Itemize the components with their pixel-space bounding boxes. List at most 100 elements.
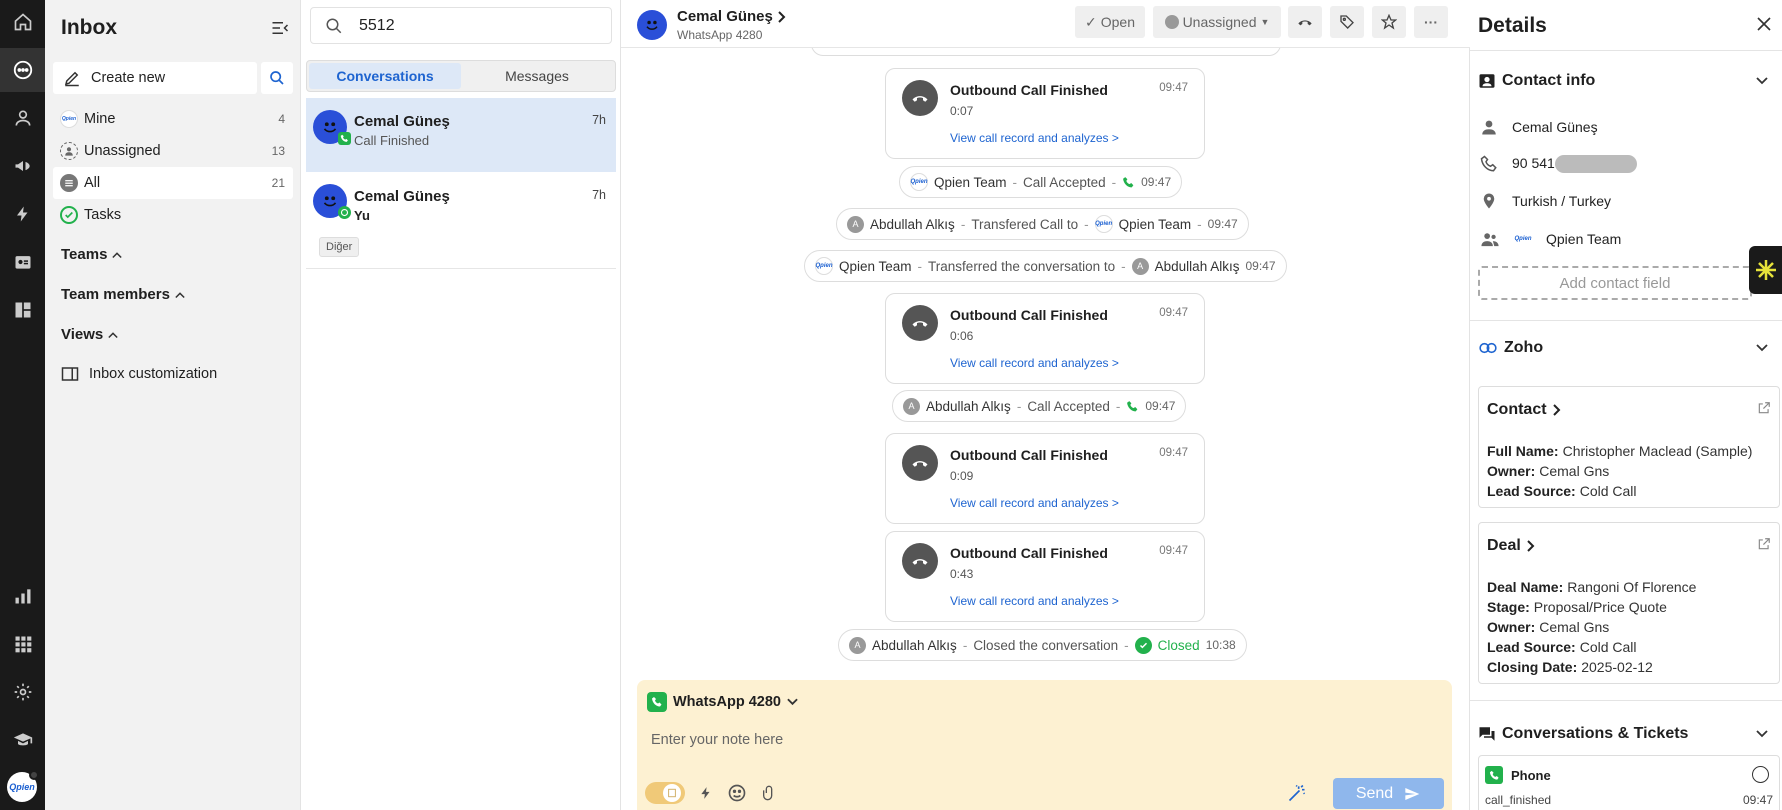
inbox-chat-icon[interactable]	[0, 48, 45, 92]
view-call-record-link[interactable]: View call record and analyzes >	[950, 356, 1119, 370]
quick-reply-bolt-icon[interactable]	[699, 785, 713, 801]
section-heading: Zoho	[1504, 339, 1544, 356]
nav-item-unassigned[interactable]: Unassigned 13	[53, 135, 293, 167]
user-avatar[interactable]: Qpien	[7, 770, 39, 802]
nav-item-mine[interactable]: Qpien Mine 4	[53, 103, 293, 135]
inbox-customization-link[interactable]: Inbox customization	[61, 366, 217, 382]
more-options-button[interactable]: ···	[1414, 6, 1448, 38]
contact-card-icon[interactable]	[0, 240, 45, 284]
zoho-section-header[interactable]: Zoho	[1478, 339, 1768, 357]
contacts-icon[interactable]	[0, 96, 45, 140]
send-arrow-icon	[1405, 787, 1420, 800]
external-link-icon[interactable]	[1757, 401, 1771, 415]
call-button[interactable]	[1288, 6, 1322, 38]
section-teams[interactable]: Teams	[61, 246, 123, 263]
dashboard-icon[interactable]	[0, 288, 45, 332]
event-actor: Qpien Team	[934, 174, 1007, 190]
sidebar-title: Inbox	[61, 16, 117, 39]
nav-item-all[interactable]: All 21	[53, 167, 293, 199]
details-title: Details	[1478, 14, 1547, 37]
search-input[interactable]	[359, 16, 579, 35]
nav-count: 4	[278, 112, 285, 126]
nav-label: Tasks	[84, 207, 122, 223]
section-heading: Conversations & Tickets	[1502, 725, 1689, 742]
contact-info-section-header[interactable]: Contact info	[1478, 72, 1768, 90]
assign-dropdown[interactable]: Unassigned ▼	[1153, 6, 1281, 38]
create-new-button[interactable]: Create new	[53, 62, 257, 94]
status-open-button[interactable]: ✓ Open	[1075, 6, 1145, 38]
call-ended-icon	[902, 305, 938, 341]
event-time: 09:47	[1245, 259, 1276, 273]
nav-count: 13	[271, 144, 285, 158]
field-label: Lead Source:	[1487, 639, 1576, 655]
conversation-time: 7h	[592, 188, 606, 202]
field-label: Lead Source:	[1487, 483, 1576, 499]
field-value: Cold Call	[1579, 639, 1637, 655]
send-button[interactable]: Send	[1333, 778, 1444, 809]
home-icon[interactable]	[0, 0, 45, 44]
note-input[interactable]	[651, 732, 1431, 748]
chat-panel: Cemal Güneş WhatsApp 4280 ✓ Open Unassig…	[621, 0, 1470, 810]
event-actor: Abdullah Alkış	[872, 637, 957, 653]
settings-gear-icon[interactable]	[0, 670, 45, 714]
contact-phone-value[interactable]: 90 541	[1512, 155, 1637, 174]
tickets-section-header[interactable]: Conversations & Tickets	[1478, 725, 1768, 743]
field-value: Cemal Gns	[1539, 619, 1610, 635]
collapse-menu-icon[interactable]	[271, 20, 289, 36]
chevron-down-icon	[1756, 344, 1768, 352]
integration-link-icon	[1479, 342, 1497, 354]
sidebar-search-button[interactable]	[261, 62, 293, 94]
zoho-contact-link[interactable]: Contact	[1487, 401, 1561, 419]
close-icon[interactable]	[1756, 16, 1772, 32]
emoji-icon[interactable]	[727, 783, 747, 803]
contact-name: Cemal Güneş	[677, 8, 773, 25]
zoho-field: Stage: Proposal/Price Quote	[1487, 599, 1667, 615]
create-new-label: Create new	[91, 70, 166, 86]
call-ended-icon	[902, 445, 938, 481]
star-button[interactable]	[1372, 6, 1406, 38]
sparkle-assistant-button[interactable]	[1749, 246, 1782, 294]
note-mode-toggle[interactable]	[645, 782, 685, 804]
tab-messages[interactable]: Messages	[461, 63, 613, 89]
conversation-item[interactable]: Cemal Güneş 7h Call Finished	[306, 98, 616, 172]
call-time: 09:47	[1159, 82, 1188, 94]
contact-name-link[interactable]: Cemal Güneş	[677, 8, 786, 25]
tag-button[interactable]	[1330, 6, 1364, 38]
view-call-record-link[interactable]: View call record and analyzes >	[950, 131, 1119, 145]
event-action: Transfered Call to	[971, 216, 1079, 232]
section-label: Views	[61, 326, 104, 343]
qpien-team-logo-icon: Qpien	[910, 173, 928, 191]
academy-graduation-icon[interactable]	[0, 718, 45, 762]
call-duration: 0:06	[950, 329, 974, 343]
apps-grid-icon[interactable]	[0, 622, 45, 666]
call-card: Outbound Call Finished 09:47 0:07 View c…	[885, 68, 1205, 159]
composer-channel-selector[interactable]: WhatsApp 4280	[647, 692, 798, 712]
divider	[1470, 320, 1782, 321]
event-actor: Qpien Team	[839, 258, 912, 274]
call-time: 09:47	[1159, 545, 1188, 557]
attachment-paperclip-icon[interactable]	[761, 784, 777, 802]
view-call-record-link[interactable]: View call record and analyzes >	[950, 496, 1119, 510]
ai-magic-wand-icon[interactable]	[1287, 783, 1307, 803]
event-time: 10:38	[1205, 638, 1236, 652]
conversation-preview: Call Finished	[354, 133, 430, 148]
event-action: Call Accepted	[1027, 398, 1110, 414]
add-contact-field-button[interactable]: Add contact field	[1478, 266, 1752, 300]
section-team-members[interactable]: Team members	[61, 286, 185, 303]
external-link-icon[interactable]	[1757, 537, 1771, 551]
section-views[interactable]: Views	[61, 326, 118, 343]
reports-bar-chart-icon[interactable]	[0, 574, 45, 618]
tab-conversations[interactable]: Conversations	[309, 63, 461, 89]
automation-bolt-icon[interactable]	[0, 192, 45, 236]
ticket-item[interactable]: Phone call_finished 09:47	[1478, 755, 1780, 810]
zoho-field: Owner: Cemal Gns	[1487, 619, 1609, 635]
nav-item-tasks[interactable]: Tasks	[53, 199, 293, 231]
field-value: Proposal/Price Quote	[1533, 599, 1667, 615]
create-row: Create new	[53, 62, 293, 94]
view-call-record-link[interactable]: View call record and analyzes >	[950, 594, 1119, 608]
phone-channel-icon	[1485, 766, 1503, 784]
event-transferred-call: A Abdullah Alkış - Transfered Call to - …	[836, 208, 1249, 240]
campaigns-megaphone-icon[interactable]	[0, 144, 45, 188]
event-separator: -	[1124, 637, 1129, 653]
zoho-deal-link[interactable]: Deal	[1487, 537, 1535, 555]
